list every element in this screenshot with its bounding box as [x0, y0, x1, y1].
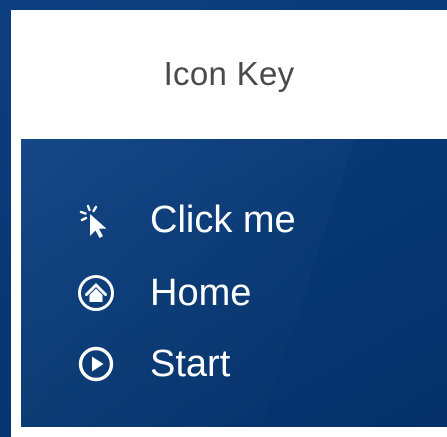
page-title: Icon Key	[163, 55, 295, 92]
icon-key-card: Icon Key Click me Home Start	[11, 10, 447, 437]
key-label-click: Click me	[150, 199, 296, 241]
key-row-start: Start	[21, 334, 447, 394]
key-row-click: Click me	[21, 190, 447, 250]
key-label-home: Home	[150, 272, 252, 314]
key-row-home: Home	[21, 263, 447, 323]
click-cursor-icon	[75, 199, 117, 241]
home-icon	[75, 272, 117, 314]
key-label-start: Start	[150, 343, 231, 385]
icon-key-panel: Click me Home Start	[21, 139, 447, 427]
play-start-icon	[75, 343, 117, 385]
